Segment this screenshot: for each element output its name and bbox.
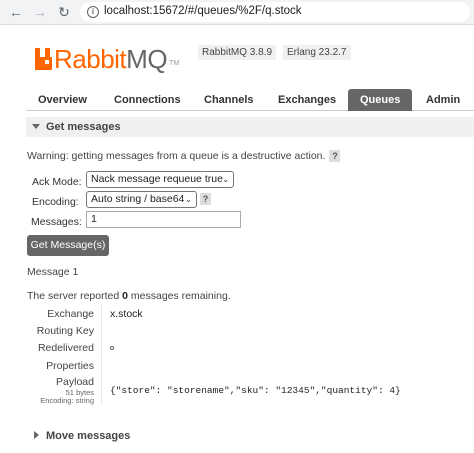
rabbitmq-logo-mark-icon [35,48,52,70]
destructive-warning: Warning: getting messages from a queue i… [27,150,341,162]
arrow-right-icon[interactable]: → [32,4,48,20]
chevron-down-icon: ⌄ [185,195,192,204]
move-messages-section-header[interactable]: Move messages [26,426,474,446]
get-messages-section-header[interactable]: Get messages [26,117,474,137]
payload-value: {"store": "storename","sku": "12345","qu… [110,385,401,396]
encoding-label: Encoding: [32,196,79,208]
payload-encoding: Encoding: string [40,396,94,405]
rabbitmq-logo[interactable]: Rabbit MQ TM [35,44,179,74]
tab-queues[interactable]: Queues [348,89,413,111]
logo-text-rabbit: Rabbit [54,44,127,74]
payload-label: Payload [56,376,94,388]
url-text[interactable]: localhost:15672/#/queues/%2F/q.stock [104,5,302,17]
routing-key-label: Routing Key [36,325,94,337]
encoding-select[interactable]: Auto string / base64 ⌄ [86,191,197,208]
info-icon[interactable]: i [87,6,99,18]
redelivered-label: Redelivered [37,342,94,354]
logo-text-mq: MQ [126,44,168,74]
exchange-value: x.stock [110,308,143,320]
main-tabs: Overview Connections Channels Exchanges … [26,89,474,111]
rabbitmq-version-badge: RabbitMQ 3.8.9 [198,45,277,60]
detail-divider [101,304,102,404]
expand-triangle-icon [34,431,39,439]
tab-admin[interactable]: Admin [426,89,460,111]
chevron-down-icon: ⌄ [222,175,229,184]
erlang-version-badge: Erlang 23.2.7 [283,45,351,60]
messages-label: Messages: [31,216,82,228]
encoding-help-icon[interactable]: ? [200,193,211,205]
messages-count-input[interactable]: 1 [86,211,241,228]
browser-toolbar: ← → ↻ i localhost:15672/#/queues/%2F/q.s… [0,0,474,25]
ack-mode-label: Ack Mode: [32,176,82,188]
exchange-label: Exchange [47,308,94,320]
section-title: Get messages [46,121,121,133]
logo-trademark: TM [169,60,180,67]
properties-label: Properties [46,360,94,372]
section-title: Move messages [46,430,131,442]
tab-channels[interactable]: Channels [204,89,254,111]
get-messages-button[interactable]: Get Message(s) [27,235,109,256]
collapse-triangle-icon [32,124,40,129]
message-heading: Message 1 [27,266,79,278]
tab-overview[interactable]: Overview [38,89,87,111]
ack-mode-select[interactable]: Nack message requeue true ⌄ [86,171,234,188]
arrow-left-icon[interactable]: ← [8,4,24,20]
redelivered-indicator-icon [110,346,114,350]
reload-icon[interactable]: ↻ [56,4,72,20]
tab-exchanges[interactable]: Exchanges [278,89,336,111]
help-icon[interactable]: ? [329,150,341,162]
address-bar[interactable]: i localhost:15672/#/queues/%2F/q.stock [80,2,470,22]
tab-connections[interactable]: Connections [114,89,181,111]
messages-remaining-text: The server reported 0 messages remaining… [27,290,231,302]
